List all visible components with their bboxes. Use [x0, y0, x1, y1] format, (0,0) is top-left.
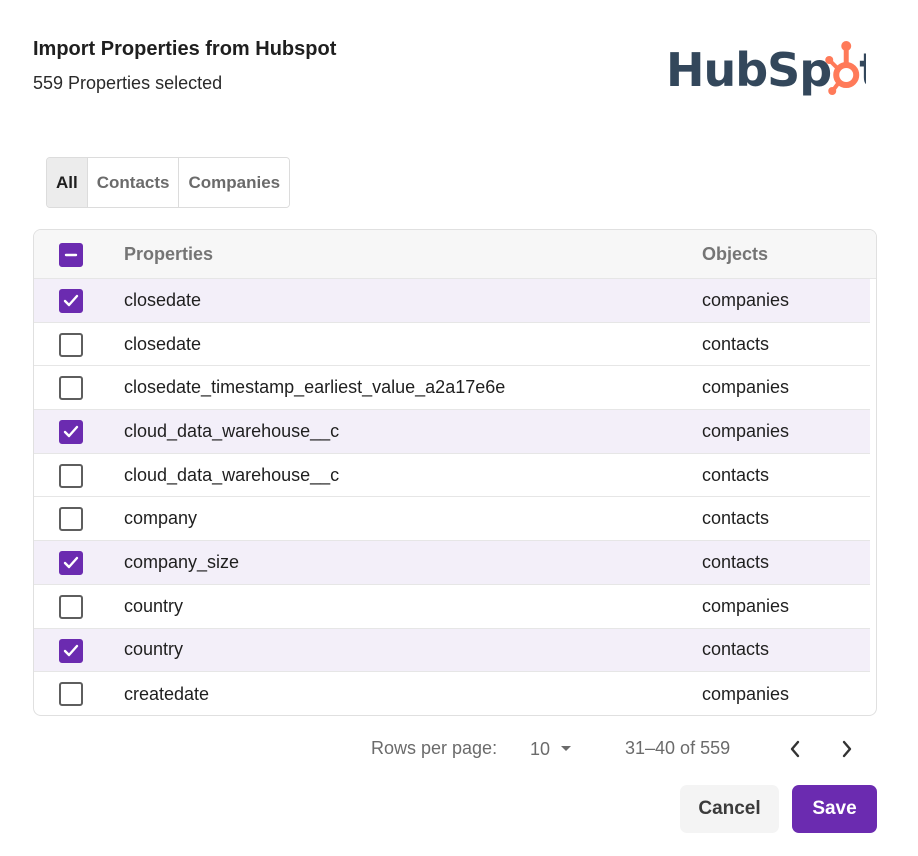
- object-filter-tabs: All Contacts Companies: [46, 157, 291, 208]
- table-row[interactable]: cloud_data_warehouse__c contacts: [34, 454, 870, 498]
- row-checkbox[interactable]: [59, 463, 83, 488]
- object-type: companies: [702, 289, 790, 310]
- property-name: cloud_data_warehouse__c: [124, 464, 340, 485]
- column-header-properties[interactable]: Properties: [124, 230, 213, 279]
- minus-icon: [64, 253, 78, 257]
- table-row[interactable]: company contacts: [34, 497, 870, 542]
- table-body: closedate companies closedate contacts close…: [34, 279, 876, 715]
- checkmark-icon: [63, 294, 79, 307]
- row-checkbox[interactable]: [59, 376, 83, 401]
- select-all-checkbox[interactable]: [59, 243, 83, 267]
- table-row[interactable]: cloud_data_warehouse__c companies: [34, 410, 870, 454]
- tab-all[interactable]: All: [47, 158, 88, 207]
- logo-text-right: t: [859, 43, 866, 97]
- property-name: country: [124, 639, 184, 660]
- rows-per-page-value: 10: [530, 738, 551, 759]
- object-type: companies: [702, 683, 790, 704]
- table-row[interactable]: country companies: [34, 585, 870, 629]
- object-type: contacts: [702, 333, 770, 354]
- chevron-right-icon: [842, 740, 852, 758]
- hubspot-logo-icon: HubSp t: [666, 41, 881, 97]
- table-row[interactable]: closedate_timestamp_earliest_value_a2a17…: [34, 366, 870, 411]
- cancel-button[interactable]: Cancel: [680, 785, 779, 833]
- table-row[interactable]: company_size contacts: [34, 541, 870, 585]
- caret-down-icon: [561, 746, 572, 751]
- rows-per-page-label: Rows per page:: [371, 738, 498, 758]
- chevron-left-icon: [790, 740, 800, 758]
- table-row[interactable]: country contacts: [34, 628, 870, 673]
- column-header-objects[interactable]: Objects: [702, 230, 768, 279]
- property-name: company_size: [124, 551, 240, 572]
- row-checkbox[interactable]: [59, 507, 83, 532]
- rows-per-page-select[interactable]: 10: [530, 736, 572, 762]
- property-name: closedate: [124, 289, 202, 310]
- row-checkbox[interactable]: [59, 594, 83, 619]
- dialog-title: Import Properties from Hubspot: [33, 38, 337, 60]
- row-checkbox[interactable]: [59, 682, 83, 707]
- hubspot-logo: HubSp t: [666, 38, 881, 100]
- object-type: companies: [702, 420, 790, 441]
- object-type: companies: [702, 595, 790, 616]
- table-row[interactable]: closedate companies: [34, 279, 870, 323]
- object-type: contacts: [702, 551, 770, 572]
- checkmark-icon: [63, 556, 79, 569]
- object-type: contacts: [702, 464, 770, 485]
- property-name: closedate: [124, 333, 202, 354]
- page-range: 31–40 of 559: [625, 738, 731, 758]
- logo-text-left: HubSp: [666, 43, 831, 97]
- properties-table: Properties Objects closedate companies clo…: [33, 229, 877, 716]
- table-header: Properties Objects: [34, 230, 876, 279]
- object-type: companies: [702, 377, 790, 398]
- property-name: cloud_data_warehouse__c: [124, 420, 340, 441]
- previous-page-button[interactable]: [780, 734, 810, 764]
- row-checkbox[interactable]: [59, 638, 83, 663]
- checkmark-icon: [63, 425, 79, 438]
- property-name: company: [124, 508, 198, 529]
- property-name: country: [124, 595, 184, 616]
- object-type: contacts: [702, 639, 770, 660]
- object-type: contacts: [702, 508, 770, 529]
- save-button[interactable]: Save: [792, 785, 877, 833]
- selection-count: 559 Properties selected: [33, 73, 223, 93]
- row-checkbox[interactable]: [59, 551, 83, 576]
- checkmark-icon: [63, 644, 79, 656]
- pagination: Rows per page: 10 31–40 of 559: [0, 730, 918, 770]
- tab-companies[interactable]: Companies: [179, 158, 290, 207]
- row-checkbox[interactable]: [59, 332, 83, 357]
- next-page-button[interactable]: [832, 734, 862, 764]
- row-checkbox[interactable]: [59, 289, 83, 313]
- property-name: closedate_timestamp_earliest_value_a2a17…: [124, 377, 506, 398]
- table-row[interactable]: createdate companies: [34, 672, 870, 715]
- tab-contacts[interactable]: Contacts: [87, 158, 180, 207]
- row-checkbox[interactable]: [59, 420, 83, 445]
- property-name: createdate: [124, 683, 210, 704]
- table-row[interactable]: closedate contacts: [34, 323, 870, 367]
